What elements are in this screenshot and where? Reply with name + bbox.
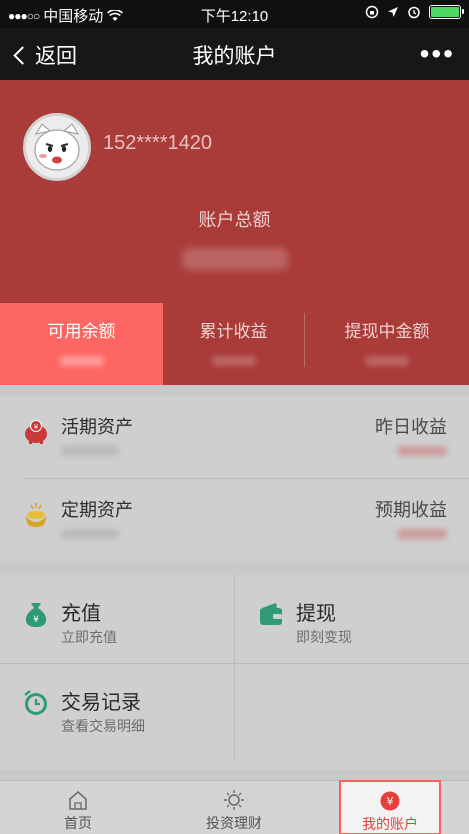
withdraw-button[interactable]: 提现 即刻变现 bbox=[235, 575, 469, 663]
clock-icon bbox=[24, 690, 47, 715]
avatar-face-icon bbox=[26, 116, 88, 178]
tab-value-obscured bbox=[59, 356, 104, 366]
transaction-records-button[interactable]: 交易记录 查看交易明细 bbox=[0, 664, 234, 752]
action-subtitle: 查看交易明细 bbox=[61, 718, 145, 734]
action-title: 提现 bbox=[296, 603, 336, 625]
tab-label: 投资理财 bbox=[206, 815, 262, 831]
page-title: 我的账户 bbox=[192, 45, 277, 68]
total-balance-label: 账户总额 bbox=[198, 210, 271, 230]
tab-investment[interactable]: 投资理财 bbox=[156, 781, 312, 834]
tab-value-obscured bbox=[365, 356, 409, 366]
location-icon bbox=[388, 7, 398, 17]
divider bbox=[234, 575, 235, 760]
asset-earnings-obscured bbox=[397, 529, 447, 539]
current-assets-row[interactable]: ¥ 活期资产 昨日收益 bbox=[0, 396, 469, 479]
tab-value-obscured bbox=[211, 356, 256, 366]
asset-earnings-label: 预期收益 bbox=[375, 500, 447, 520]
asset-earnings-label: 昨日收益 bbox=[375, 417, 447, 437]
action-subtitle: 即刻变现 bbox=[296, 629, 352, 645]
tab-available-balance[interactable]: 可用余额 bbox=[0, 303, 163, 385]
alarm-icon bbox=[408, 6, 420, 19]
avatar[interactable] bbox=[23, 113, 91, 181]
tab-accumulated-earnings[interactable]: 累计收益 bbox=[163, 303, 304, 385]
action-title: 充值 bbox=[61, 603, 101, 625]
tab-label: 可用余额 bbox=[47, 322, 116, 341]
wallet-icon bbox=[260, 603, 282, 625]
asset-value-obscured bbox=[61, 446, 119, 456]
battery-icon bbox=[429, 5, 464, 19]
tab-label: 我的账户 bbox=[362, 816, 418, 832]
rotation-lock-icon bbox=[365, 5, 379, 19]
asset-list: ¥ 活期资产 昨日收益 定期资产 预期收益 bbox=[0, 396, 469, 561]
fixed-assets-row[interactable]: 定期资产 预期收益 bbox=[0, 479, 469, 561]
balance-tabs: 可用余额 累计收益 提现中金额 bbox=[0, 303, 469, 385]
account-header: 152****1420 账户总额 可用余额 累计收益 提现中金额 bbox=[0, 80, 469, 385]
bottom-tab-bar: 首页 投资理财 ¥ 我的账户 bbox=[0, 780, 469, 834]
asset-title: 定期资产 bbox=[61, 500, 133, 520]
account-phone: 152****1420 bbox=[103, 132, 212, 154]
divider bbox=[0, 663, 469, 664]
asset-value-obscured bbox=[61, 529, 119, 539]
svg-text:¥: ¥ bbox=[33, 615, 39, 625]
tab-home[interactable]: 首页 bbox=[0, 781, 156, 834]
tab-label: 首页 bbox=[64, 815, 92, 831]
piggy-bank-icon: ¥ bbox=[25, 420, 47, 444]
asset-earnings-obscured bbox=[397, 446, 447, 456]
gold-ingot-icon bbox=[25, 503, 47, 527]
status-bar: ●●●○○ 中国移动 下午12:10 bbox=[0, 0, 469, 28]
tab-my-account[interactable]: ¥ 我的账户 bbox=[339, 780, 441, 834]
more-button[interactable]: ••• bbox=[420, 38, 455, 70]
action-subtitle: 立即充值 bbox=[61, 629, 117, 645]
total-balance-value-obscured bbox=[182, 248, 288, 270]
svg-text:¥: ¥ bbox=[34, 423, 39, 431]
asset-title: 活期资产 bbox=[61, 417, 133, 437]
tab-label: 累计收益 bbox=[199, 322, 268, 341]
money-bag-icon: ¥ bbox=[25, 603, 47, 627]
recharge-button[interactable]: ¥ 充值 立即充值 bbox=[0, 575, 234, 663]
svg-text:¥: ¥ bbox=[387, 795, 394, 808]
tab-label: 提现中金额 bbox=[344, 322, 430, 341]
sun-icon bbox=[224, 790, 244, 810]
action-grid: ¥ 充值 立即充值 提现 即刻变现 交易记录 查看交易明细 bbox=[0, 575, 469, 770]
home-icon bbox=[69, 791, 87, 810]
yen-icon: ¥ bbox=[380, 791, 400, 811]
action-title: 交易记录 bbox=[61, 692, 141, 714]
nav-bar: 返回 我的账户 ••• bbox=[0, 28, 469, 80]
tab-withdrawing-amount[interactable]: 提现中金额 bbox=[305, 303, 469, 385]
